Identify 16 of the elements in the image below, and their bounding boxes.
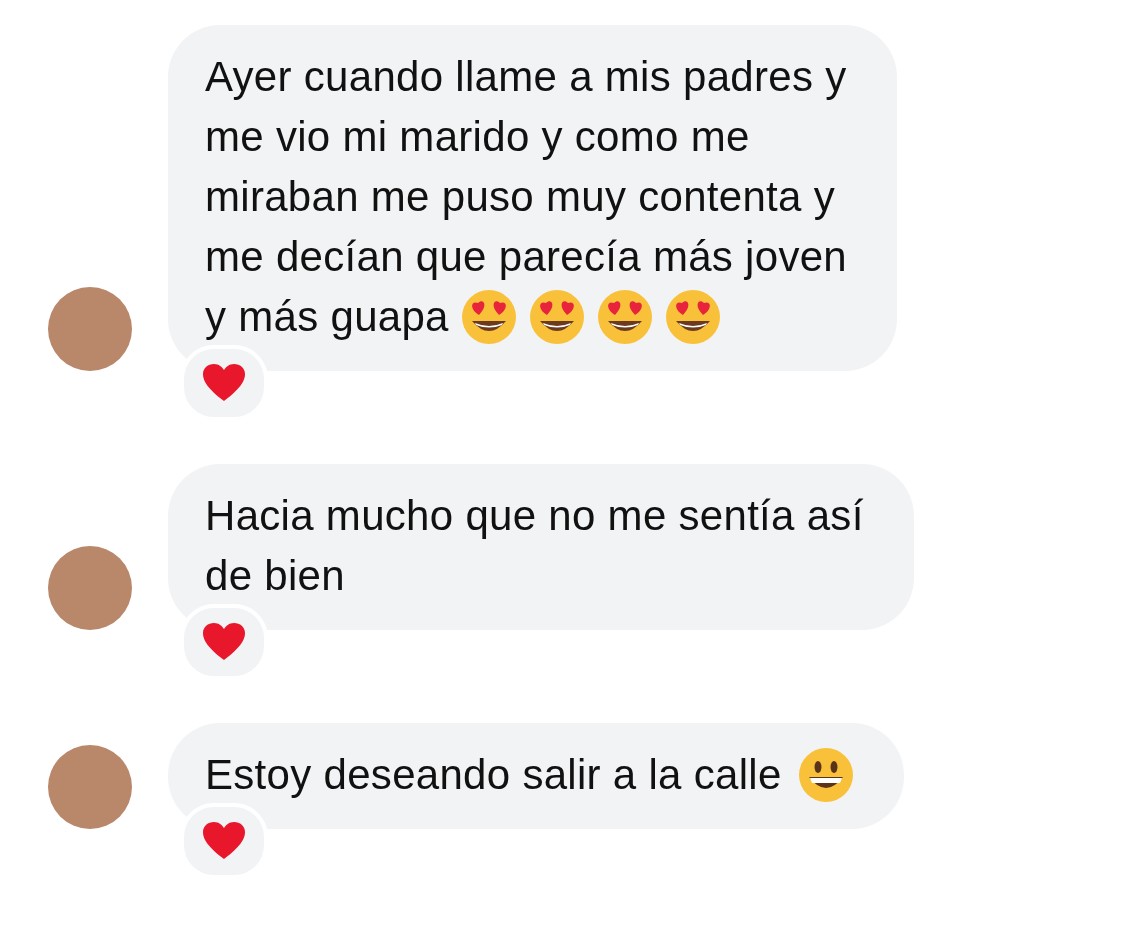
heart-eyes-emoji-icon [460, 289, 517, 345]
heart-icon [203, 623, 245, 661]
message-text: me decían que parecía más joven [205, 232, 847, 282]
message-text: miraban me puso muy contenta y [205, 172, 835, 222]
message-text: de bien [205, 551, 345, 601]
message-text: me vio mi marido y como me [205, 112, 750, 162]
heart-eyes-emoji-icon [596, 289, 653, 345]
message-text: Hacia mucho que no me sentía así [205, 491, 864, 541]
heart-icon [203, 364, 245, 402]
heart-eyes-emoji-icon [528, 289, 585, 345]
message-text: y más guapa [205, 292, 449, 342]
message-text: Ayer cuando llame a mis padres y [205, 52, 847, 102]
heart-eyes-emoji-icon [664, 289, 721, 345]
heart-icon [203, 822, 245, 860]
grinning-emoji-icon [797, 747, 854, 803]
message-text: Estoy deseando salir a la calle [205, 750, 782, 800]
